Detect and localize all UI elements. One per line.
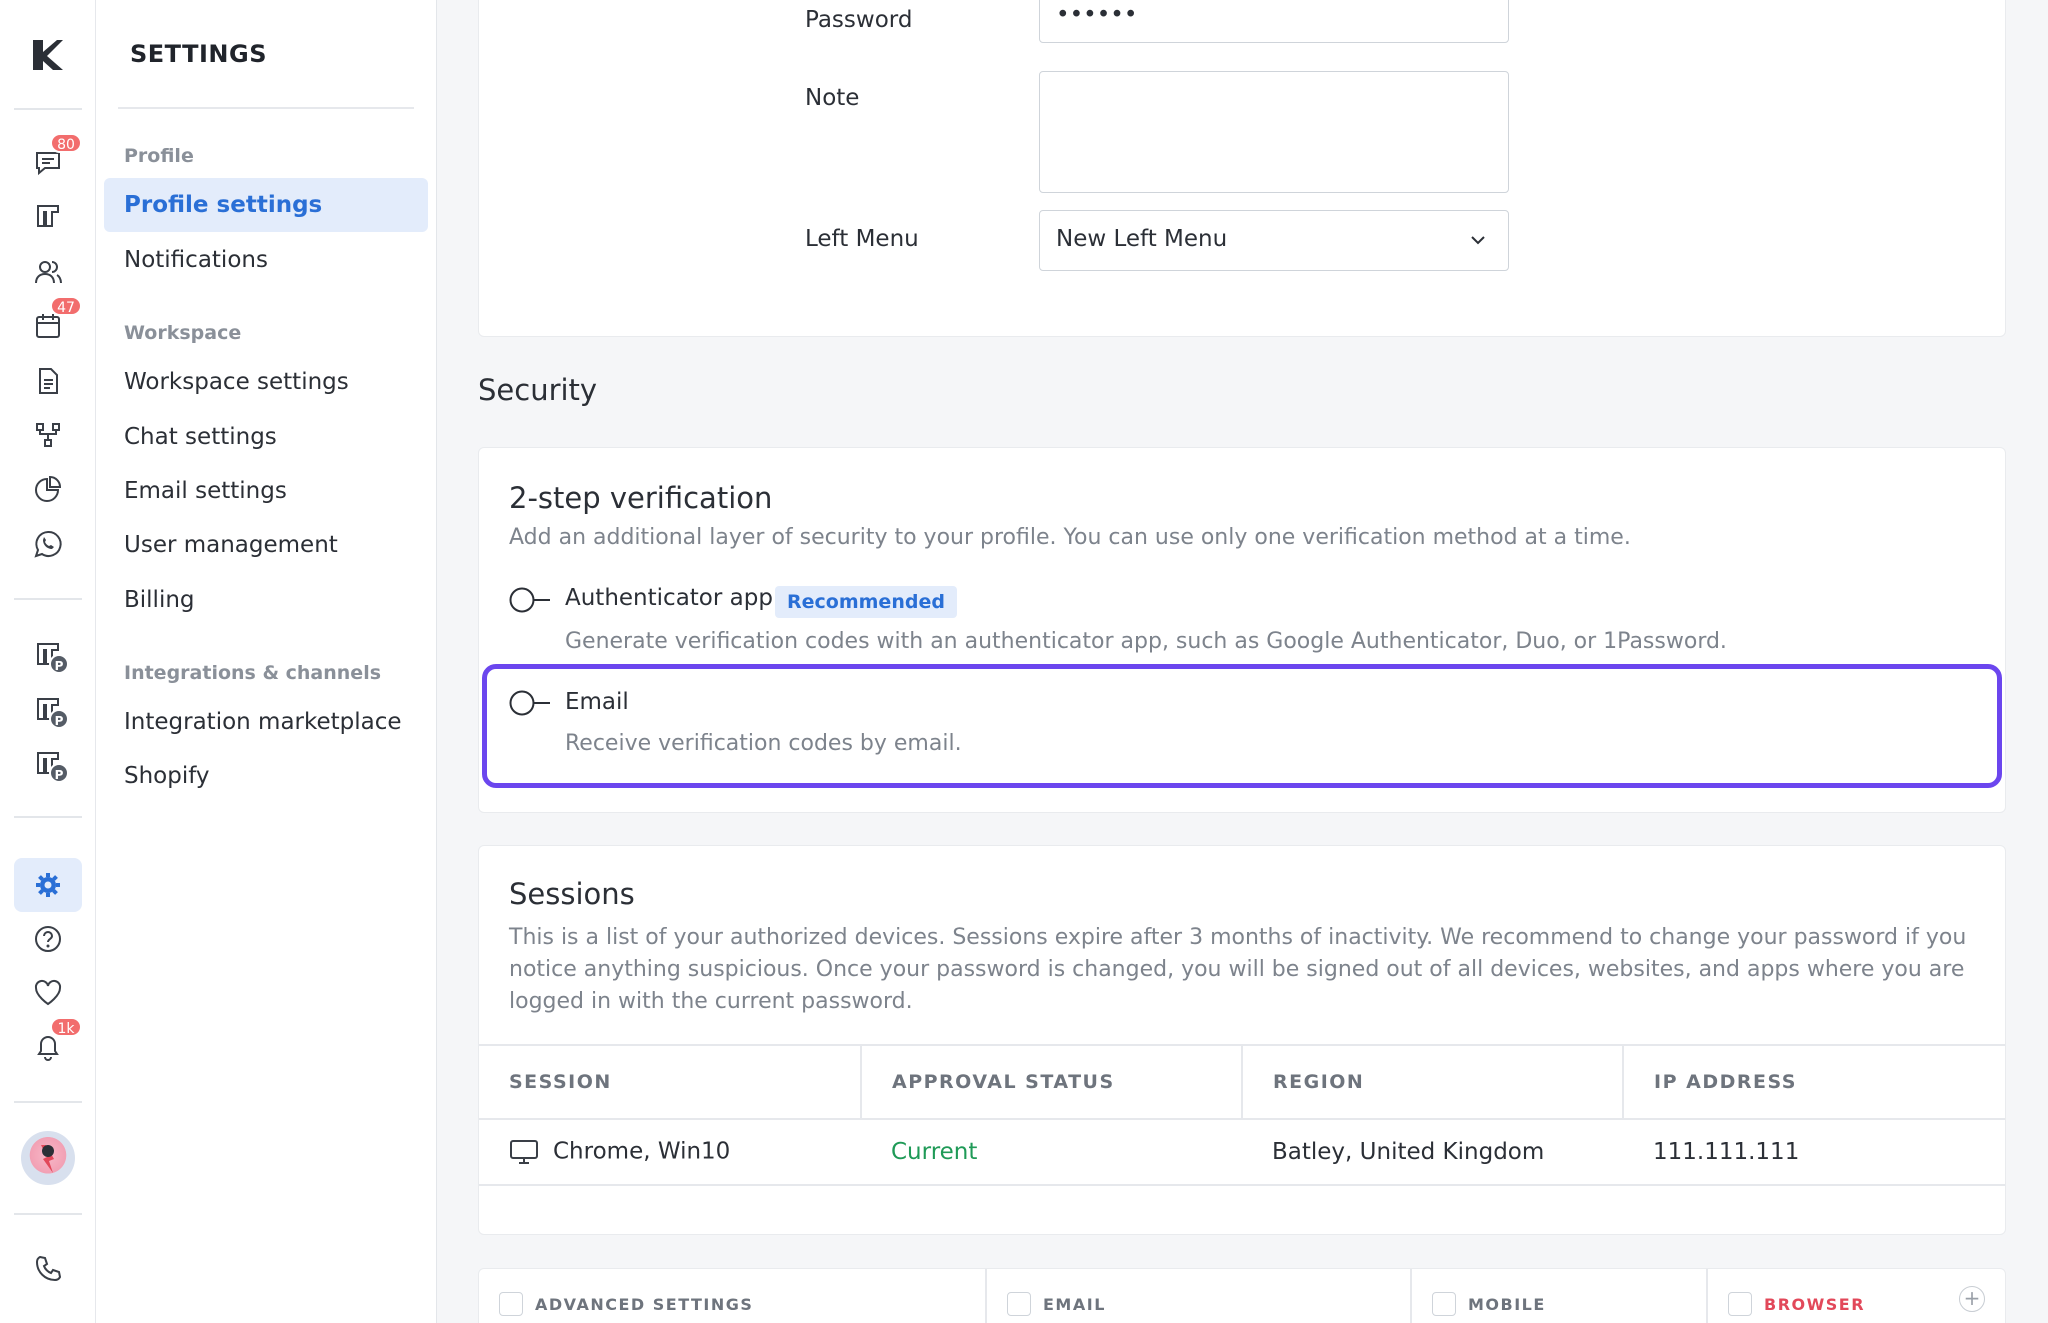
- bell-icon[interactable]: 1k: [28, 1017, 82, 1067]
- pipeline-p-icon[interactable]: P: [28, 690, 69, 730]
- menu-section-integrations: Integrations & channels: [124, 662, 382, 684]
- left-menu-select[interactable]: New Left Menu: [1039, 210, 1509, 271]
- rail-divider: [14, 598, 82, 600]
- col-ip-address[interactable]: IP ADDRESS: [1623, 1044, 2005, 1120]
- note-textarea[interactable]: [1039, 71, 1509, 193]
- pipeline-badge: P: [49, 654, 69, 674]
- security-heading: Security: [478, 373, 598, 407]
- app-logo[interactable]: [29, 36, 67, 74]
- rail-divider: [14, 108, 82, 110]
- menu-item-shopify[interactable]: Shopify: [104, 749, 428, 803]
- table-row[interactable]: Chrome, Win10 Current Batley, United Kin…: [479, 1119, 2005, 1186]
- menu-item-billing[interactable]: Billing: [104, 573, 428, 627]
- whatsapp-icon[interactable]: [28, 524, 68, 564]
- pipeline-badge: P: [49, 709, 69, 729]
- advanced-settings-header[interactable]: ADVANCED SETTINGS: [479, 1269, 987, 1323]
- pipeline-p-icon[interactable]: P: [28, 744, 69, 784]
- rail-divider: [14, 1213, 82, 1215]
- menu-item-user-management[interactable]: User management: [104, 518, 428, 572]
- automation-icon[interactable]: [28, 415, 68, 455]
- password-input[interactable]: ••••••: [1039, 0, 1509, 43]
- calendar-icon[interactable]: 47: [28, 296, 82, 346]
- settings-menu: SETTINGS Profile Profile settings Notifi…: [96, 0, 437, 1323]
- email-column-checkbox[interactable]: [1007, 1292, 1031, 1316]
- notifications-badge: 1k: [50, 1017, 82, 1037]
- session-cell: Chrome, Win10: [479, 1119, 861, 1186]
- menu-item-profile-settings[interactable]: Profile settings: [104, 178, 428, 232]
- authenticator-description: Generate verification codes with an auth…: [565, 629, 1727, 654]
- table-header-row: SESSION APPROVAL STATUS REGION IP ADDRES…: [479, 1044, 2005, 1120]
- sessions-card: Sessions This is a list of your authoriz…: [478, 845, 2006, 1235]
- browser-column-header[interactable]: BROWSER: [1708, 1269, 1928, 1323]
- heart-icon[interactable]: [28, 973, 68, 1013]
- advanced-settings-label: ADVANCED SETTINGS: [535, 1294, 754, 1314]
- calendar-badge: 47: [50, 296, 82, 316]
- chats-badge: 80: [50, 133, 82, 153]
- authenticator-label[interactable]: Authenticator app: [565, 585, 773, 611]
- col-region[interactable]: REGION: [1242, 1044, 1624, 1120]
- documents-icon[interactable]: [28, 361, 68, 401]
- menu-item-integration-marketplace[interactable]: Integration marketplace: [104, 695, 428, 749]
- phone-icon[interactable]: [28, 1249, 68, 1289]
- menu-section-workspace: Workspace: [124, 322, 242, 344]
- menu-item-notifications[interactable]: Notifications: [104, 233, 428, 287]
- help-icon[interactable]: [28, 919, 68, 959]
- user-avatar[interactable]: [21, 1131, 75, 1185]
- menu-item-workspace-settings[interactable]: Workspace settings: [104, 355, 428, 409]
- email-column-label: EMAIL: [1043, 1294, 1106, 1314]
- recommended-badge: Recommended: [775, 586, 957, 618]
- chevron-down-icon: [1471, 236, 1485, 245]
- menu-divider: [118, 107, 414, 109]
- note-label: Note: [805, 85, 860, 111]
- authenticator-radio[interactable]: [508, 586, 552, 614]
- chats-icon[interactable]: 80: [28, 133, 82, 183]
- ip-address-cell: 111.111.111: [1623, 1119, 2005, 1186]
- sessions-title: Sessions: [509, 877, 635, 911]
- col-approval-status[interactable]: APPROVAL STATUS: [861, 1044, 1243, 1120]
- pipeline-p-icon[interactable]: P: [28, 635, 69, 675]
- menu-item-chat-settings[interactable]: Chat settings: [104, 410, 428, 464]
- password-label: Password: [805, 7, 913, 33]
- mobile-column-checkbox[interactable]: [1432, 1292, 1456, 1316]
- left-menu-label: Left Menu: [805, 226, 919, 252]
- desktop-icon: [510, 1140, 538, 1164]
- sessions-table: SESSION APPROVAL STATUS REGION IP ADDRES…: [479, 1044, 2005, 1186]
- password-value: ••••••: [1056, 2, 1138, 28]
- rail-divider: [14, 1101, 82, 1103]
- browser-column-checkbox[interactable]: [1728, 1292, 1752, 1316]
- advanced-settings-card: ADVANCED SETTINGS EMAIL MOBILE BROWSER +: [478, 1268, 2006, 1323]
- menu-item-email-settings[interactable]: Email settings: [104, 464, 428, 518]
- col-session[interactable]: SESSION: [479, 1044, 862, 1120]
- sessions-description: This is a list of your authorized device…: [509, 925, 1967, 1014]
- settings-gear-icon[interactable]: [14, 858, 82, 912]
- two-step-title: 2-step verification: [509, 481, 773, 515]
- region-cell: Batley, United Kingdom: [1242, 1119, 1623, 1186]
- email-option-highlight: [482, 664, 2002, 788]
- contacts-icon[interactable]: [28, 252, 68, 292]
- menu-section-profile: Profile: [124, 145, 194, 167]
- mobile-column-header[interactable]: MOBILE: [1412, 1269, 1708, 1323]
- two-step-description: Add an additional layer of security to y…: [509, 525, 1631, 550]
- reports-icon[interactable]: [28, 469, 68, 509]
- icon-rail: 80 47 P P P 1k: [0, 0, 96, 1323]
- pipelines-icon[interactable]: [28, 197, 68, 237]
- pipeline-badge: P: [49, 763, 69, 783]
- profile-form-card: Password •••••• Note Left Menu New Left …: [478, 0, 2006, 337]
- left-menu-value: New Left Menu: [1056, 226, 1228, 252]
- browser-column-label: BROWSER: [1764, 1294, 1866, 1314]
- settings-title: SETTINGS: [130, 40, 267, 68]
- session-device: Chrome, Win10: [553, 1138, 731, 1165]
- mobile-column-label: MOBILE: [1468, 1294, 1546, 1314]
- rail-divider: [14, 816, 82, 818]
- advanced-settings-checkbox[interactable]: [499, 1292, 523, 1316]
- email-column-header[interactable]: EMAIL: [987, 1269, 1412, 1323]
- add-column-button[interactable]: +: [1959, 1286, 1985, 1312]
- approval-status-cell: Current: [861, 1119, 1242, 1186]
